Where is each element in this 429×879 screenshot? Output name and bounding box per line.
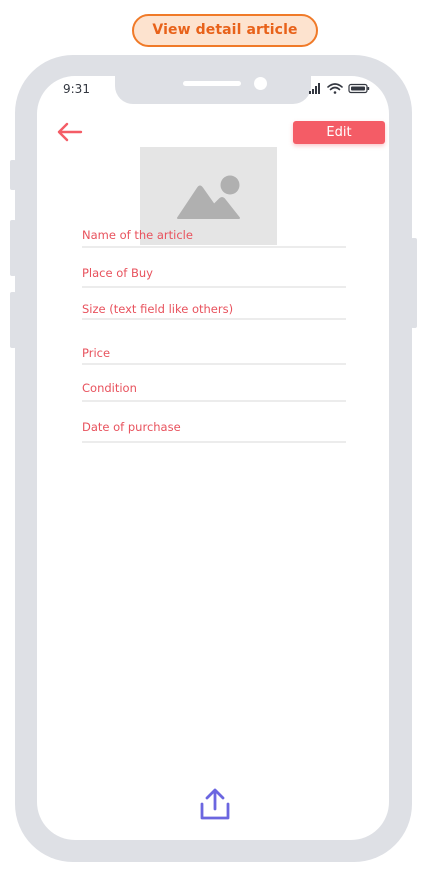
camera-icon bbox=[254, 77, 267, 90]
field-label: Date of purchase bbox=[82, 420, 181, 434]
field-underline bbox=[82, 400, 346, 402]
wifi-icon bbox=[327, 83, 343, 94]
edit-button[interactable]: Edit bbox=[293, 121, 385, 144]
field-label: Size (text field like others) bbox=[82, 302, 234, 316]
field-label: Place of Buy bbox=[82, 266, 153, 280]
field-underline bbox=[82, 441, 346, 443]
speaker-grille bbox=[183, 81, 241, 86]
battery-icon bbox=[348, 83, 370, 94]
field-underline bbox=[82, 363, 346, 365]
status-icons bbox=[309, 83, 370, 94]
page-caption-badge: View detail article bbox=[132, 14, 318, 47]
share-upload-icon[interactable] bbox=[199, 787, 231, 821]
status-time: 9:31 bbox=[63, 82, 90, 96]
phone-notch bbox=[115, 76, 311, 104]
signal-icon bbox=[309, 83, 320, 94]
arrow-left-icon[interactable] bbox=[57, 122, 83, 142]
field-underline bbox=[82, 246, 346, 248]
field-label: Price bbox=[82, 346, 111, 360]
field-label: Name of the article bbox=[82, 228, 193, 242]
field-label: Condition bbox=[82, 381, 137, 395]
field-underline bbox=[82, 318, 346, 320]
phone-frame: 9:31 Edit Name of the article Place of B… bbox=[15, 55, 412, 862]
phone-screen: 9:31 Edit Name of the article Place of B… bbox=[37, 76, 389, 840]
field-underline bbox=[82, 286, 346, 288]
